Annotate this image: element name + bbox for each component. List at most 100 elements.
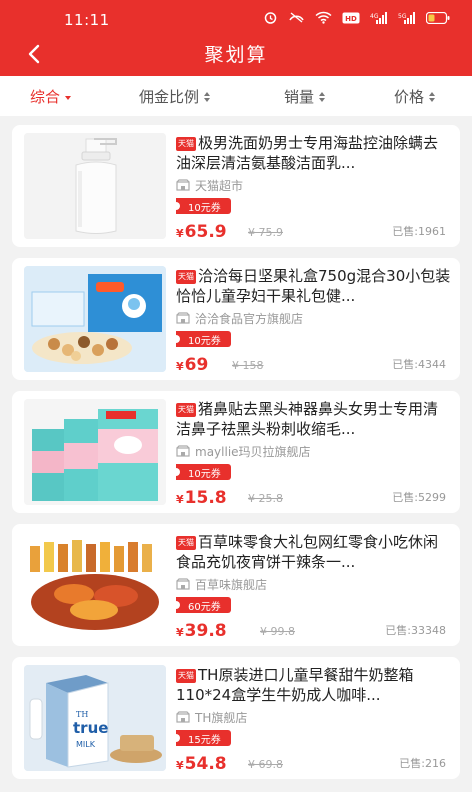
product-title[interactable]: 天猫 百草味零食大礼包网红零食小吃休闲食品充饥夜宵饼干辣条一... [176,532,452,572]
currency-symbol: ¥ [176,360,184,373]
shop-name: mayllie玛贝拉旗舰店 [195,444,311,459]
sort-tab-comprehensive[interactable]: 综合 [30,86,72,107]
product-info: 天猫 TH原装进口儿童早餐甜牛奶整箱110*24盒学生牛奶成人咖啡... TH旗舰… [172,665,452,774]
tmall-badge: 天猫 [176,270,196,284]
product-card[interactable]: 天猫 百草味零食大礼包网红零食小吃休闲食品充饥夜宵饼干辣条一... 百草味旗舰店 … [12,524,460,646]
milk-brand: true [73,719,108,737]
sort-tab-label: 佣金比例 [139,88,200,106]
product-title[interactable]: 天猫 TH原装进口儿童早餐甜牛奶整箱110*24盒学生牛奶成人咖啡... [176,665,452,705]
sort-tab-label: 销量 [284,88,315,106]
store-icon [176,445,190,457]
status-icons: HD 4G 5G [263,10,450,25]
shop-name: 天猫超市 [195,178,244,193]
sort-tab-price[interactable]: 价格 [394,86,436,107]
price-row: ¥15.8 ¥ 25.8 已售:5299 [176,484,452,508]
alarm-icon [264,12,277,24]
status-time: 11:11 [64,11,110,29]
original-price: ¥ 69.8 [248,758,283,771]
coupon-badge[interactable]: 10元券 [172,198,231,214]
shop-name: TH旗舰店 [195,710,248,725]
sold-count: 已售:5299 [392,491,446,504]
product-card[interactable]: 天猫 猪鼻贴去黑头神器鼻头女男士专用清洁鼻子祛黑头粉刺收缩毛... mayllie… [12,391,460,513]
price-row: ¥69 ¥ 158 已售:4344 [176,351,452,375]
shop-row[interactable]: TH旗舰店 [176,709,452,725]
svg-text:4G: 4G [370,13,379,20]
price: ¥69 [176,355,208,375]
coupon-badge[interactable]: 10元券 [172,464,231,480]
milk-brand-top: TH [76,710,88,719]
sort-arrows-icon [429,91,436,102]
sort-tab-sales[interactable]: 销量 [284,86,326,107]
product-image [24,266,166,372]
price: ¥15.8 [176,488,227,508]
coupon-badge[interactable]: 10元券 [172,331,231,347]
title-bar: 聚划算 [0,36,472,76]
sold-count: 已售:4344 [392,358,446,371]
tmall-badge: 天猫 [176,403,196,417]
product-title[interactable]: 天猫 极男洗面奶男士专用海盐控油除螨去油深层清洁氨基酸洁面乳... [176,133,452,173]
status-bar: 11:11 HD 4G 5G [0,0,472,36]
store-icon [176,312,190,324]
price-value: 65.9 [184,222,227,242]
shop-row[interactable]: 百草味旗舰店 [176,576,452,592]
coupon-badge[interactable]: 60元券 [172,597,231,613]
shop-name: 洽洽食品官方旗舰店 [195,311,304,326]
original-price: ¥ 25.8 [248,492,283,505]
product-title-text: 洽洽每日坚果礼盒750g混合30小包装恰恰儿童孕妇干果礼包健... [176,267,451,305]
wifi-icon [315,11,332,24]
signal-icon-2: 5G [398,11,415,24]
product-info: 天猫 洽洽每日坚果礼盒750g混合30小包装恰恰儿童孕妇干果礼包健... 洽洽食品… [172,266,452,375]
svg-text:HD: HD [345,15,357,23]
store-icon [176,578,190,590]
price: ¥54.8 [176,754,227,774]
product-image [24,532,166,638]
sold-count: 已售:33348 [385,624,446,637]
tmall-badge: 天猫 [176,669,196,683]
currency-symbol: ¥ [176,759,184,772]
sort-tab-label: 价格 [394,88,425,106]
sort-bar: 综合 佣金比例 销量 价格 [0,76,472,116]
sort-tab-commission[interactable]: 佣金比例 [139,86,211,107]
product-info: 天猫 极男洗面奶男士专用海盐控油除螨去油深层清洁氨基酸洁面乳... 天猫超市 10… [172,133,452,242]
tmall-badge: 天猫 [176,137,196,151]
product-card[interactable]: 天猫 洽洽每日坚果礼盒750g混合30小包装恰恰儿童孕妇干果礼包健... 洽洽食品… [12,258,460,380]
product-image: TH true MILK [24,665,166,771]
sold-count: 已售:216 [399,757,446,770]
product-title[interactable]: 天猫 洽洽每日坚果礼盒750g混合30小包装恰恰儿童孕妇干果礼包健... [176,266,452,306]
price: ¥65.9 [176,222,227,242]
price: ¥39.8 [176,621,227,641]
price-row: ¥54.8 ¥ 69.8 已售:216 [176,750,452,774]
product-card[interactable]: TH true MILK 天猫 TH原装进口儿童早餐甜牛奶整箱110*24盒学生牛… [12,657,460,779]
product-title[interactable]: 天猫 猪鼻贴去黑头神器鼻头女男士专用清洁鼻子祛黑头粉刺收缩毛... [176,399,452,439]
product-title-text: 百草味零食大礼包网红零食小吃休闲食品充饥夜宵饼干辣条一... [176,533,439,571]
product-info: 天猫 猪鼻贴去黑头神器鼻头女男士专用清洁鼻子祛黑头粉刺收缩毛... mayllie… [172,399,452,508]
product-title-text: 猪鼻贴去黑头神器鼻头女男士专用清洁鼻子祛黑头粉刺收缩毛... [176,400,439,438]
svg-text:5G: 5G [398,13,407,20]
product-title-text: TH原装进口儿童早餐甜牛奶整箱110*24盒学生牛奶成人咖啡... [176,666,414,704]
sort-arrows-icon [319,91,326,102]
original-price: ¥ 158 [232,359,264,372]
sort-arrows-icon [204,91,211,102]
store-icon [176,179,190,191]
shop-row[interactable]: mayllie玛贝拉旗舰店 [176,443,452,459]
product-info: 天猫 百草味零食大礼包网红零食小吃休闲食品充饥夜宵饼干辣条一... 百草味旗舰店 … [172,532,452,641]
coupon-badge[interactable]: 15元券 [172,730,231,746]
product-image [24,399,166,505]
sold-count: 已售:1961 [392,225,446,238]
shop-row[interactable]: 天猫超市 [176,177,452,193]
milk-sub: MILK [76,740,96,749]
price-value: 39.8 [184,621,227,641]
price-row: ¥39.8 ¥ 99.8 已售:33348 [176,617,452,641]
shop-row[interactable]: 洽洽食品官方旗舰店 [176,310,452,326]
currency-symbol: ¥ [176,626,184,639]
product-title-text: 极男洗面奶男士专用海盐控油除螨去油深层清洁氨基酸洁面乳... [176,134,439,172]
price-row: ¥65.9 ¥ 75.9 已售:1961 [176,218,452,242]
price-value: 54.8 [184,754,227,774]
product-card[interactable]: 天猫 极男洗面奶男士专用海盐控油除螨去油深层清洁氨基酸洁面乳... 天猫超市 10… [12,125,460,247]
price-value: 15.8 [184,488,227,508]
product-image [24,133,166,239]
currency-symbol: ¥ [176,227,184,240]
sort-tab-label: 综合 [30,88,61,106]
shop-name: 百草味旗舰店 [195,577,268,592]
store-icon [176,711,190,723]
